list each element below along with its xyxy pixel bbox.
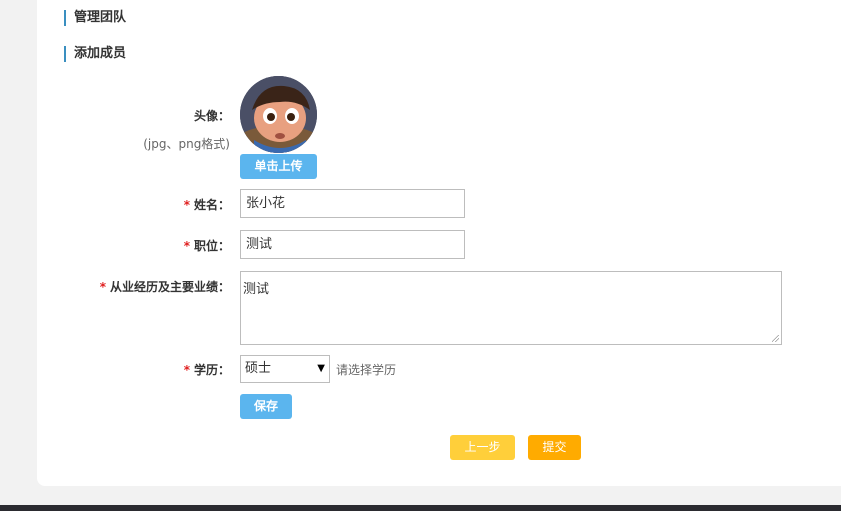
experience-textarea[interactable]: 测试 bbox=[240, 271, 782, 345]
position-label: * 职位： bbox=[184, 237, 230, 254]
name-input[interactable]: 张小花 bbox=[240, 189, 465, 218]
required-mark: * bbox=[183, 198, 190, 212]
education-hint: 请选择学历 bbox=[336, 363, 397, 377]
experience-label: * 从业经历及主要业绩： bbox=[100, 278, 230, 295]
avatar bbox=[240, 76, 317, 153]
education-label: * 学历： bbox=[184, 361, 230, 378]
education-select[interactable]: 硕士 ▼ bbox=[240, 355, 330, 383]
position-label-text: 职位： bbox=[193, 239, 230, 253]
avatar-format-hint: (jpg、png格式) bbox=[143, 137, 230, 151]
prev-step-button[interactable]: 上一步 bbox=[450, 435, 515, 460]
submit-button[interactable]: 提交 bbox=[528, 435, 581, 460]
name-label: * 姓名： bbox=[184, 196, 230, 213]
dropdown-arrow-icon[interactable]: ▼ bbox=[317, 356, 325, 382]
section-title-manage-team: 管理团队 bbox=[64, 10, 126, 26]
section-title-add-member: 添加成员 bbox=[64, 46, 126, 62]
name-label-text: 姓名： bbox=[193, 198, 230, 212]
required-mark: * bbox=[183, 239, 190, 253]
avatar-label: 头像： bbox=[193, 109, 230, 123]
position-input[interactable]: 测试 bbox=[240, 230, 465, 259]
experience-label-text: 从业经历及主要业绩： bbox=[109, 280, 230, 294]
required-mark: * bbox=[183, 363, 190, 377]
resize-grip-icon[interactable] bbox=[772, 335, 779, 342]
save-button[interactable]: 保存 bbox=[240, 394, 292, 419]
education-label-text: 学历： bbox=[193, 363, 230, 377]
upload-avatar-button[interactable]: 单击上传 bbox=[240, 154, 317, 179]
education-selected-value: 硕士 bbox=[245, 361, 272, 376]
footer-bar bbox=[0, 505, 841, 511]
avatar-image bbox=[240, 76, 317, 153]
experience-text: 测试 bbox=[243, 282, 270, 297]
required-mark: * bbox=[99, 280, 106, 294]
